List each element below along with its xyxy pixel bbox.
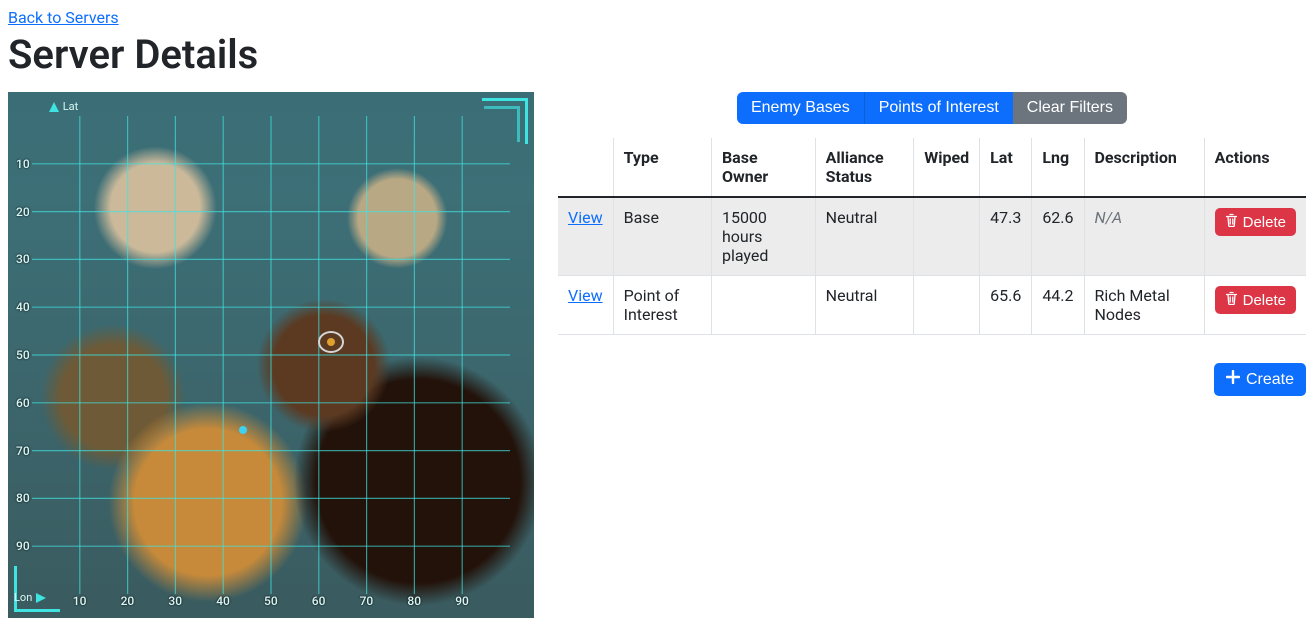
map-lon-tick: 90: [455, 594, 469, 608]
col-base-owner: Base Owner: [711, 138, 815, 197]
cell-lng: 62.6: [1032, 197, 1084, 276]
map-lat-indicator: Lat: [48, 100, 78, 113]
col-alliance-status: Alliance Status: [815, 138, 914, 197]
map-corner-decoration: [14, 566, 60, 612]
map-lat-tick: 50: [16, 348, 30, 362]
cell-description: N/A: [1084, 197, 1204, 276]
delete-button[interactable]: Delete: [1215, 208, 1296, 236]
view-link[interactable]: View: [568, 286, 603, 305]
map-marker-poi[interactable]: [239, 426, 247, 434]
cell-alliance-status: Neutral: [815, 276, 914, 335]
map-lon-tick: 60: [312, 594, 326, 608]
cell-base-owner: 15000 hours played: [711, 197, 815, 276]
table-row: View Point of Interest Neutral 65.644.2Rich…: [558, 276, 1306, 335]
trash-icon: [1225, 213, 1238, 231]
map-lat-tick: 70: [16, 444, 30, 458]
map-lat-tick: 10: [16, 157, 30, 171]
map-lon-label: Lon: [14, 591, 32, 604]
create-button-label: Create: [1246, 371, 1294, 389]
delete-button-label: Delete: [1243, 292, 1286, 309]
col-lng: Lng: [1032, 138, 1084, 197]
cell-description: Rich Metal Nodes: [1084, 276, 1204, 335]
map-lon-tick: 20: [121, 594, 135, 608]
cell-actions: Delete: [1204, 276, 1306, 335]
map-lon-tick: 10: [73, 594, 87, 608]
delete-button-label: Delete: [1243, 214, 1286, 231]
map-lon-tick: 40: [216, 594, 230, 608]
map-lat-tick: 90: [16, 539, 30, 553]
map-lon-indicator: Lon: [14, 591, 47, 604]
map-lon-tick: 50: [264, 594, 278, 608]
cell-type: Point of Interest: [613, 276, 711, 335]
map-lon-tick: 80: [407, 594, 421, 608]
col-lat: Lat: [980, 138, 1032, 197]
trash-icon: [1225, 291, 1238, 309]
col-actions: Actions: [1204, 138, 1306, 197]
map-lat-tick: 80: [16, 491, 30, 505]
map-canvas[interactable]: Lat Lon 10 10 20 20 30 30 40 40 50 50 60 60 70 70 80 80…: [8, 92, 534, 618]
delete-button[interactable]: Delete: [1215, 286, 1296, 314]
map-lat-tick: 60: [16, 396, 30, 410]
map-marker-base-dot: [327, 338, 335, 346]
map-lat-tick: 40: [16, 300, 30, 314]
col-wiped: Wiped: [914, 138, 980, 197]
filter-bar: Enemy Bases Points of Interest Clear Fil…: [558, 92, 1306, 124]
col-type: Type: [613, 138, 711, 197]
cell-base-owner: [711, 276, 815, 335]
map-lon-tick: 30: [168, 594, 182, 608]
view-link[interactable]: View: [568, 208, 603, 227]
cell-lat: 65.6: [980, 276, 1032, 335]
page-title: Server Details: [8, 31, 1306, 78]
map-lon-tick: 70: [360, 594, 374, 608]
clear-filters-button[interactable]: Clear Filters: [1013, 92, 1127, 124]
map-lat-tick: 20: [16, 205, 30, 219]
cell-view: View: [558, 197, 613, 276]
filter-button-group: Enemy Bases Points of Interest Clear Fil…: [737, 92, 1127, 124]
map-corner-decoration: [484, 106, 520, 142]
col-view: [558, 138, 613, 197]
create-button[interactable]: Create: [1214, 363, 1306, 396]
cell-wiped: [914, 276, 980, 335]
plus-icon: [1226, 370, 1240, 389]
cell-lat: 47.3: [980, 197, 1032, 276]
filter-enemy-bases-button[interactable]: Enemy Bases: [737, 92, 864, 124]
cell-actions: Delete: [1204, 197, 1306, 276]
cell-lng: 44.2: [1032, 276, 1084, 335]
cell-wiped: [914, 197, 980, 276]
map-lat-label: Lat: [63, 100, 79, 113]
map-lat-tick: 30: [16, 252, 30, 266]
table-row: View Base15000 hours playedNeutral 47.362.…: [558, 197, 1306, 276]
cell-type: Base: [613, 197, 711, 276]
cell-alliance-status: Neutral: [815, 197, 914, 276]
col-description: Description: [1084, 138, 1204, 197]
back-to-servers-link[interactable]: Back to Servers: [8, 8, 119, 27]
cell-view: View: [558, 276, 613, 335]
locations-table: Type Base Owner Alliance Status Wiped La…: [558, 138, 1306, 335]
filter-points-of-interest-button[interactable]: Points of Interest: [864, 92, 1013, 124]
